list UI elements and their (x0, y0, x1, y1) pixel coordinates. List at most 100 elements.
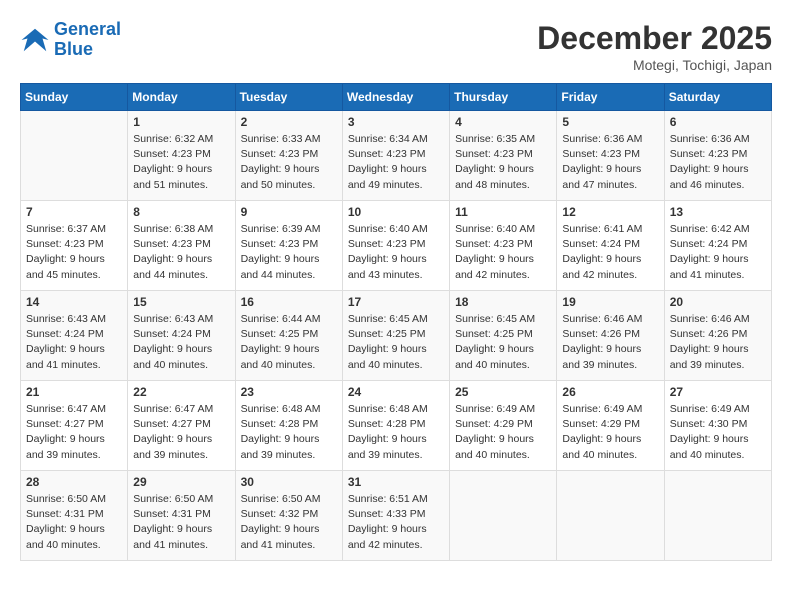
calendar-cell: 25 Sunrise: 6:49 AMSunset: 4:29 PMDayligh… (450, 381, 557, 471)
day-info: Sunrise: 6:41 AMSunset: 4:24 PMDaylight:… (562, 222, 658, 283)
day-number: 2 (241, 115, 337, 129)
day-info: Sunrise: 6:50 AMSunset: 4:32 PMDaylight:… (241, 492, 337, 553)
day-info: Sunrise: 6:47 AMSunset: 4:27 PMDaylight:… (26, 402, 122, 463)
calendar-cell: 15Sunrise: 6:43 AMSunset: 4:24 PMDayligh… (128, 291, 235, 381)
logo-text: General Blue (54, 20, 121, 60)
calendar-cell (450, 471, 557, 561)
weekday-header-saturday: Saturday (664, 84, 771, 111)
calendar-cell: 8 Sunrise: 6:38 AMSunset: 4:23 PMDaylight… (128, 201, 235, 291)
calendar-cell (664, 471, 771, 561)
day-number: 26 (562, 385, 658, 399)
day-info: Sunrise: 6:50 AMSunset: 4:31 PMDaylight:… (133, 492, 229, 553)
day-number: 29 (133, 475, 229, 489)
day-info: Sunrise: 6:49 AMSunset: 4:29 PMDaylight:… (455, 402, 551, 463)
calendar-cell: 7 Sunrise: 6:37 AMSunset: 4:23 PMDaylight… (21, 201, 128, 291)
day-info: Sunrise: 6:33 AMSunset: 4:23 PMDaylight:… (241, 132, 337, 193)
day-info: Sunrise: 6:46 AMSunset: 4:26 PMDaylight:… (670, 312, 766, 373)
day-info: Sunrise: 6:32 AMSunset: 4:23 PMDaylight:… (133, 132, 229, 193)
calendar-cell: 30 Sunrise: 6:50 AMSunset: 4:32 PMDayligh… (235, 471, 342, 561)
page-header: General Blue December 2025 Motegi, Tochi… (20, 20, 772, 73)
calendar-cell: 10 Sunrise: 6:40 AMSunset: 4:23 PMDayligh… (342, 201, 449, 291)
calendar-cell: 1Sunrise: 6:32 AMSunset: 4:23 PMDaylight… (128, 111, 235, 201)
day-info: Sunrise: 6:44 AMSunset: 4:25 PMDaylight:… (241, 312, 337, 373)
day-number: 30 (241, 475, 337, 489)
day-number: 31 (348, 475, 444, 489)
day-number: 20 (670, 295, 766, 309)
calendar-cell: 14 Sunrise: 6:43 AMSunset: 4:24 PMDayligh… (21, 291, 128, 381)
calendar-week-row: 7 Sunrise: 6:37 AMSunset: 4:23 PMDaylight… (21, 201, 772, 291)
day-info: Sunrise: 6:40 AMSunset: 4:23 PMDaylight:… (348, 222, 444, 283)
day-info: Sunrise: 6:46 AMSunset: 4:26 PMDaylight:… (562, 312, 658, 373)
day-info: Sunrise: 6:36 AMSunset: 4:23 PMDaylight:… (562, 132, 658, 193)
day-number: 12 (562, 205, 658, 219)
day-info: Sunrise: 6:50 AMSunset: 4:31 PMDaylight:… (26, 492, 122, 553)
day-info: Sunrise: 6:43 AMSunset: 4:24 PMDaylight:… (26, 312, 122, 373)
day-info: Sunrise: 6:49 AMSunset: 4:29 PMDaylight:… (562, 402, 658, 463)
calendar-cell: 28 Sunrise: 6:50 AMSunset: 4:31 PMDayligh… (21, 471, 128, 561)
day-number: 4 (455, 115, 551, 129)
day-info: Sunrise: 6:40 AMSunset: 4:23 PMDaylight:… (455, 222, 551, 283)
day-number: 18 (455, 295, 551, 309)
day-info: Sunrise: 6:48 AMSunset: 4:28 PMDaylight:… (348, 402, 444, 463)
calendar-cell: 24 Sunrise: 6:48 AMSunset: 4:28 PMDayligh… (342, 381, 449, 471)
calendar-cell: 9 Sunrise: 6:39 AMSunset: 4:23 PMDaylight… (235, 201, 342, 291)
day-info: Sunrise: 6:38 AMSunset: 4:23 PMDaylight:… (133, 222, 229, 283)
weekday-header-sunday: Sunday (21, 84, 128, 111)
weekday-header-row: SundayMondayTuesdayWednesdayThursdayFrid… (21, 84, 772, 111)
day-number: 28 (26, 475, 122, 489)
month-title: December 2025 (537, 20, 772, 57)
day-number: 6 (670, 115, 766, 129)
calendar-cell: 23 Sunrise: 6:48 AMSunset: 4:28 PMDayligh… (235, 381, 342, 471)
day-number: 14 (26, 295, 122, 309)
weekday-header-friday: Friday (557, 84, 664, 111)
calendar-week-row: 14 Sunrise: 6:43 AMSunset: 4:24 PMDayligh… (21, 291, 772, 381)
calendar-cell: 26 Sunrise: 6:49 AMSunset: 4:29 PMDayligh… (557, 381, 664, 471)
calendar-cell: 22 Sunrise: 6:47 AMSunset: 4:27 PMDayligh… (128, 381, 235, 471)
day-info: Sunrise: 6:35 AMSunset: 4:23 PMDaylight:… (455, 132, 551, 193)
calendar-week-row: 1Sunrise: 6:32 AMSunset: 4:23 PMDaylight… (21, 111, 772, 201)
day-number: 13 (670, 205, 766, 219)
calendar-week-row: 28 Sunrise: 6:50 AMSunset: 4:31 PMDayligh… (21, 471, 772, 561)
calendar-cell: 19 Sunrise: 6:46 AMSunset: 4:26 PMDayligh… (557, 291, 664, 381)
calendar-week-row: 21 Sunrise: 6:47 AMSunset: 4:27 PMDayligh… (21, 381, 772, 471)
day-number: 21 (26, 385, 122, 399)
calendar-cell: 13Sunrise: 6:42 AMSunset: 4:24 PMDayligh… (664, 201, 771, 291)
weekday-header-monday: Monday (128, 84, 235, 111)
day-number: 22 (133, 385, 229, 399)
day-number: 24 (348, 385, 444, 399)
logo-icon (20, 25, 50, 55)
day-number: 27 (670, 385, 766, 399)
day-number: 5 (562, 115, 658, 129)
day-number: 8 (133, 205, 229, 219)
day-number: 16 (241, 295, 337, 309)
day-info: Sunrise: 6:39 AMSunset: 4:23 PMDaylight:… (241, 222, 337, 283)
day-number: 19 (562, 295, 658, 309)
calendar-cell: 11Sunrise: 6:40 AMSunset: 4:23 PMDayligh… (450, 201, 557, 291)
weekday-header-tuesday: Tuesday (235, 84, 342, 111)
day-info: Sunrise: 6:34 AMSunset: 4:23 PMDaylight:… (348, 132, 444, 193)
calendar-cell (557, 471, 664, 561)
day-info: Sunrise: 6:43 AMSunset: 4:24 PMDaylight:… (133, 312, 229, 373)
day-number: 23 (241, 385, 337, 399)
calendar-table: SundayMondayTuesdayWednesdayThursdayFrid… (20, 83, 772, 561)
calendar-cell: 18 Sunrise: 6:45 AMSunset: 4:25 PMDayligh… (450, 291, 557, 381)
day-info: Sunrise: 6:45 AMSunset: 4:25 PMDaylight:… (348, 312, 444, 373)
calendar-cell: 21 Sunrise: 6:47 AMSunset: 4:27 PMDayligh… (21, 381, 128, 471)
calendar-cell: 27 Sunrise: 6:49 AMSunset: 4:30 PMDayligh… (664, 381, 771, 471)
day-number: 17 (348, 295, 444, 309)
day-number: 25 (455, 385, 551, 399)
day-info: Sunrise: 6:47 AMSunset: 4:27 PMDaylight:… (133, 402, 229, 463)
title-block: December 2025 Motegi, Tochigi, Japan (537, 20, 772, 73)
day-number: 9 (241, 205, 337, 219)
calendar-cell: 16 Sunrise: 6:44 AMSunset: 4:25 PMDayligh… (235, 291, 342, 381)
calendar-cell: 2 Sunrise: 6:33 AMSunset: 4:23 PMDaylight… (235, 111, 342, 201)
calendar-cell: 29 Sunrise: 6:50 AMSunset: 4:31 PMDayligh… (128, 471, 235, 561)
calendar-cell: 20 Sunrise: 6:46 AMSunset: 4:26 PMDayligh… (664, 291, 771, 381)
day-info: Sunrise: 6:49 AMSunset: 4:30 PMDaylight:… (670, 402, 766, 463)
day-info: Sunrise: 6:37 AMSunset: 4:23 PMDaylight:… (26, 222, 122, 283)
day-number: 10 (348, 205, 444, 219)
calendar-cell: 31Sunrise: 6:51 AMSunset: 4:33 PMDayligh… (342, 471, 449, 561)
day-info: Sunrise: 6:48 AMSunset: 4:28 PMDaylight:… (241, 402, 337, 463)
day-number: 7 (26, 205, 122, 219)
day-info: Sunrise: 6:45 AMSunset: 4:25 PMDaylight:… (455, 312, 551, 373)
